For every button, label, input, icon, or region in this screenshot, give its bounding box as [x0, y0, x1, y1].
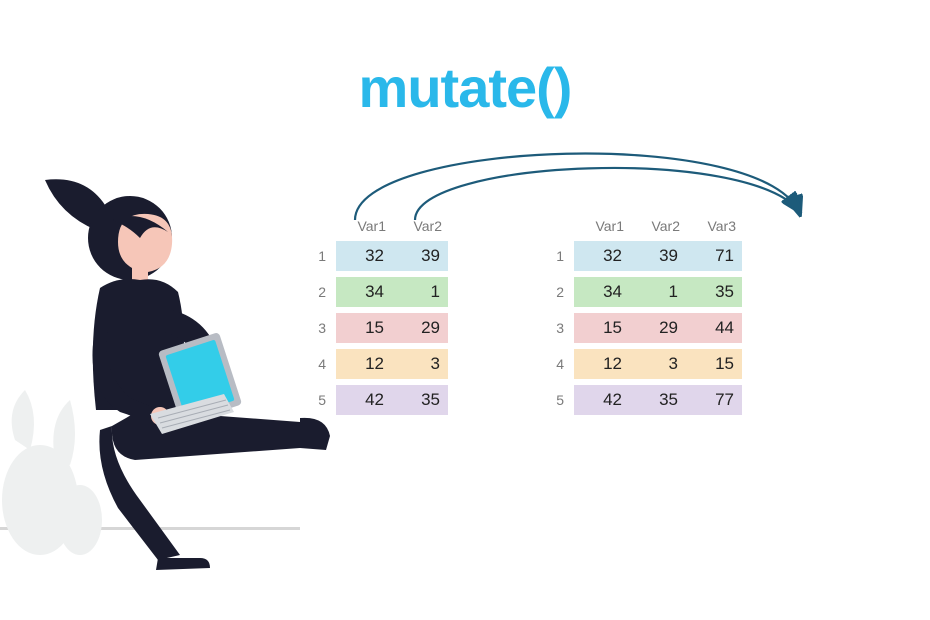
table-cell: 12	[336, 349, 392, 379]
table-cell: 71	[686, 241, 742, 271]
table-cell: 32	[574, 241, 630, 271]
table-cell: 34	[574, 277, 630, 307]
table-cell: 29	[392, 313, 448, 343]
table-cell: 15	[336, 313, 392, 343]
table-cell: 34	[336, 277, 392, 307]
column-header: Var2	[392, 218, 448, 236]
column-header: Var1	[336, 218, 392, 236]
table-cell: 29	[630, 313, 686, 343]
table-row: 5423577	[548, 384, 742, 416]
output-table: Var1Var2Var31323971234135315294441231554…	[548, 210, 742, 416]
table-row: 4123	[310, 348, 448, 380]
table-row: 54235	[310, 384, 448, 416]
table-cell: 1	[630, 277, 686, 307]
row-index: 2	[548, 284, 574, 300]
table-cell: 15	[574, 313, 630, 343]
table-row: 31529	[310, 312, 448, 344]
input-table: Var1Var2 13239 2341 31529 4123 54235	[310, 210, 448, 416]
table-cell: 35	[686, 277, 742, 307]
table-cell: 77	[686, 385, 742, 415]
row-index: 5	[548, 392, 574, 408]
table-row: 2341	[310, 276, 448, 308]
table-header-row: Var1Var2	[310, 210, 448, 236]
column-header: Var1	[574, 218, 630, 236]
table-header-row: Var1Var2Var3	[548, 210, 742, 236]
table-row: 3152944	[548, 312, 742, 344]
title-text: mutate()	[359, 56, 572, 119]
table-cell: 42	[336, 385, 392, 415]
tables-container: Var1Var213239234131529412354235 Var1Var2…	[310, 210, 742, 416]
table-cell: 39	[630, 241, 686, 271]
column-header: Var3	[686, 218, 742, 236]
row-index: 1	[548, 248, 574, 264]
table-cell: 44	[686, 313, 742, 343]
table-cell: 15	[686, 349, 742, 379]
plant-background	[2, 390, 102, 555]
table-row: 234135	[548, 276, 742, 308]
table-cell: 3	[630, 349, 686, 379]
table-row: 13239	[310, 240, 448, 272]
table-cell: 39	[392, 241, 448, 271]
woman-with-laptop-illustration	[0, 160, 330, 580]
table-cell: 35	[630, 385, 686, 415]
table-cell: 12	[574, 349, 630, 379]
row-index: 4	[548, 356, 574, 372]
table-cell: 42	[574, 385, 630, 415]
table-cell: 3	[392, 349, 448, 379]
column-header: Var2	[630, 218, 686, 236]
row-index: 3	[548, 320, 574, 336]
table-cell: 35	[392, 385, 448, 415]
shoe-extended	[300, 418, 330, 450]
table-row: 412315	[548, 348, 742, 380]
table-row: 1323971	[548, 240, 742, 272]
table-cell: 1	[392, 277, 448, 307]
page-title: mutate()	[359, 55, 572, 120]
table-cell: 32	[336, 241, 392, 271]
shoe-ground	[156, 558, 210, 570]
